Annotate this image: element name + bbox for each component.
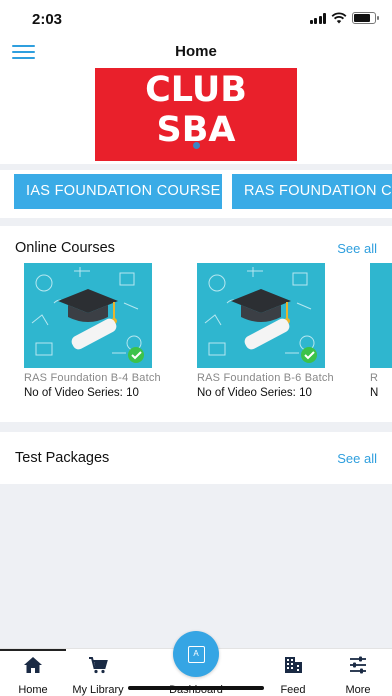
- tab-my-library-label: My Library: [72, 684, 124, 696]
- course-title: RAS Foundation B-4 Batch: [24, 372, 161, 384]
- tab-more[interactable]: More: [323, 655, 392, 696]
- chip-ias-foundation[interactable]: IAS FOUNDATION COURSE: [14, 174, 222, 209]
- tab-home[interactable]: Home: [0, 655, 68, 696]
- course-card[interactable]: RAS Foundation B-6 Batch No of Video Ser…: [197, 263, 357, 399]
- home-icon: [24, 657, 42, 673]
- home-indicator: [128, 686, 264, 690]
- status-time: 2:03: [32, 11, 63, 28]
- course-card[interactable]: RAS Foundation B-4 Batch No of Video Ser…: [24, 263, 184, 399]
- course-meta: No of Video Series: 10: [197, 387, 312, 399]
- cellular-signal-icon: [309, 12, 326, 24]
- battery-icon: [352, 12, 379, 24]
- carousel-indicator: [193, 142, 200, 149]
- tab-feed-label: Feed: [280, 684, 306, 696]
- tab-feed[interactable]: Feed: [258, 655, 328, 696]
- banner-section: CLUB SBA: [0, 68, 392, 164]
- building-icon: [285, 657, 302, 673]
- course-thumbnail: [24, 263, 152, 368]
- cart-icon: [89, 657, 108, 674]
- test-packages-see-all-link[interactable]: See all: [337, 451, 377, 466]
- status-bar: 2:03: [0, 0, 392, 36]
- online-courses-section: Online Courses See all RAS Foundation B-…: [0, 226, 392, 422]
- tab-more-label: More: [345, 684, 371, 696]
- wifi-icon: [331, 12, 347, 24]
- online-courses-title: Online Courses: [15, 240, 115, 256]
- dashboard-fab-button[interactable]: A: [173, 631, 219, 677]
- course-thumbnail: [197, 263, 325, 368]
- sliders-icon: [350, 656, 366, 674]
- dashboard-icon: A: [187, 645, 205, 663]
- test-packages-title: Test Packages: [15, 450, 110, 466]
- course-meta: No of Video Series: 10: [24, 387, 139, 399]
- test-packages-section: Test Packages See all: [0, 432, 392, 484]
- category-chips: IAS FOUNDATION COURSE RAS FOUNDATION C: [0, 170, 392, 218]
- course-title: RAS Foundation B-6 Batch: [197, 372, 334, 384]
- course-thumbnail: [370, 263, 392, 368]
- tab-home-label: Home: [18, 684, 48, 696]
- chip-ras-foundation[interactable]: RAS FOUNDATION C: [232, 174, 392, 209]
- online-courses-see-all-link[interactable]: See all: [337, 241, 377, 256]
- course-meta: N: [370, 387, 379, 399]
- app-header: Home: [0, 36, 392, 68]
- graduation-cap-icon: [204, 267, 317, 363]
- graduation-cap-icon: [31, 267, 144, 363]
- course-title: R: [370, 372, 379, 384]
- banner-line1: CLUB: [145, 70, 247, 110]
- page-title: Home: [175, 43, 217, 60]
- active-tab-indicator: [0, 649, 66, 651]
- status-icons: [309, 12, 379, 24]
- course-card[interactable]: R N: [370, 263, 392, 399]
- tab-my-library[interactable]: My Library: [63, 655, 133, 696]
